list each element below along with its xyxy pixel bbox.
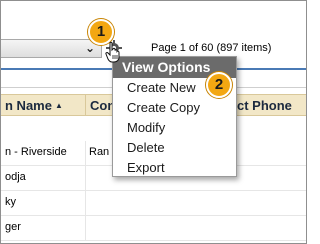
table-row[interactable]: ky xyxy=(1,191,306,216)
cell-name: ger xyxy=(5,221,21,233)
cell-name: ky xyxy=(5,196,16,208)
menu-item-delete[interactable]: Delete xyxy=(113,138,236,158)
menu-item-export[interactable]: Export xyxy=(113,158,236,178)
menu-item-modify[interactable]: Modify xyxy=(113,118,236,138)
hand-cursor-icon xyxy=(105,41,120,63)
sort-ascending-icon: ▲ xyxy=(54,101,63,110)
table-row[interactable]: ger xyxy=(1,216,306,241)
app-window: ⌄ Page 1 of 60 (897 items) n Name ▲ Con c… xyxy=(0,0,307,244)
cell-contact: Ran xyxy=(89,146,110,158)
column-header-name[interactable]: n Name ▲ xyxy=(5,98,63,113)
column-separator[interactable] xyxy=(85,95,86,115)
view-select[interactable]: ⌄ xyxy=(1,39,102,58)
menu-item-create-copy[interactable]: Create Copy xyxy=(113,98,236,118)
column-separator xyxy=(85,191,86,216)
chevron-down-icon: ⌄ xyxy=(84,41,95,55)
column-separator xyxy=(85,166,86,191)
cell-name: n - Riverside xyxy=(5,146,67,158)
pager-status: Page 1 of 60 (897 items) xyxy=(151,42,272,54)
column-separator xyxy=(85,141,86,166)
cell-name: odja xyxy=(5,171,26,183)
column-header-phone[interactable]: ct Phone xyxy=(237,98,292,113)
column-separator xyxy=(85,216,86,241)
column-label: n Name xyxy=(5,98,52,113)
step-callout-2: 2 xyxy=(206,72,232,98)
